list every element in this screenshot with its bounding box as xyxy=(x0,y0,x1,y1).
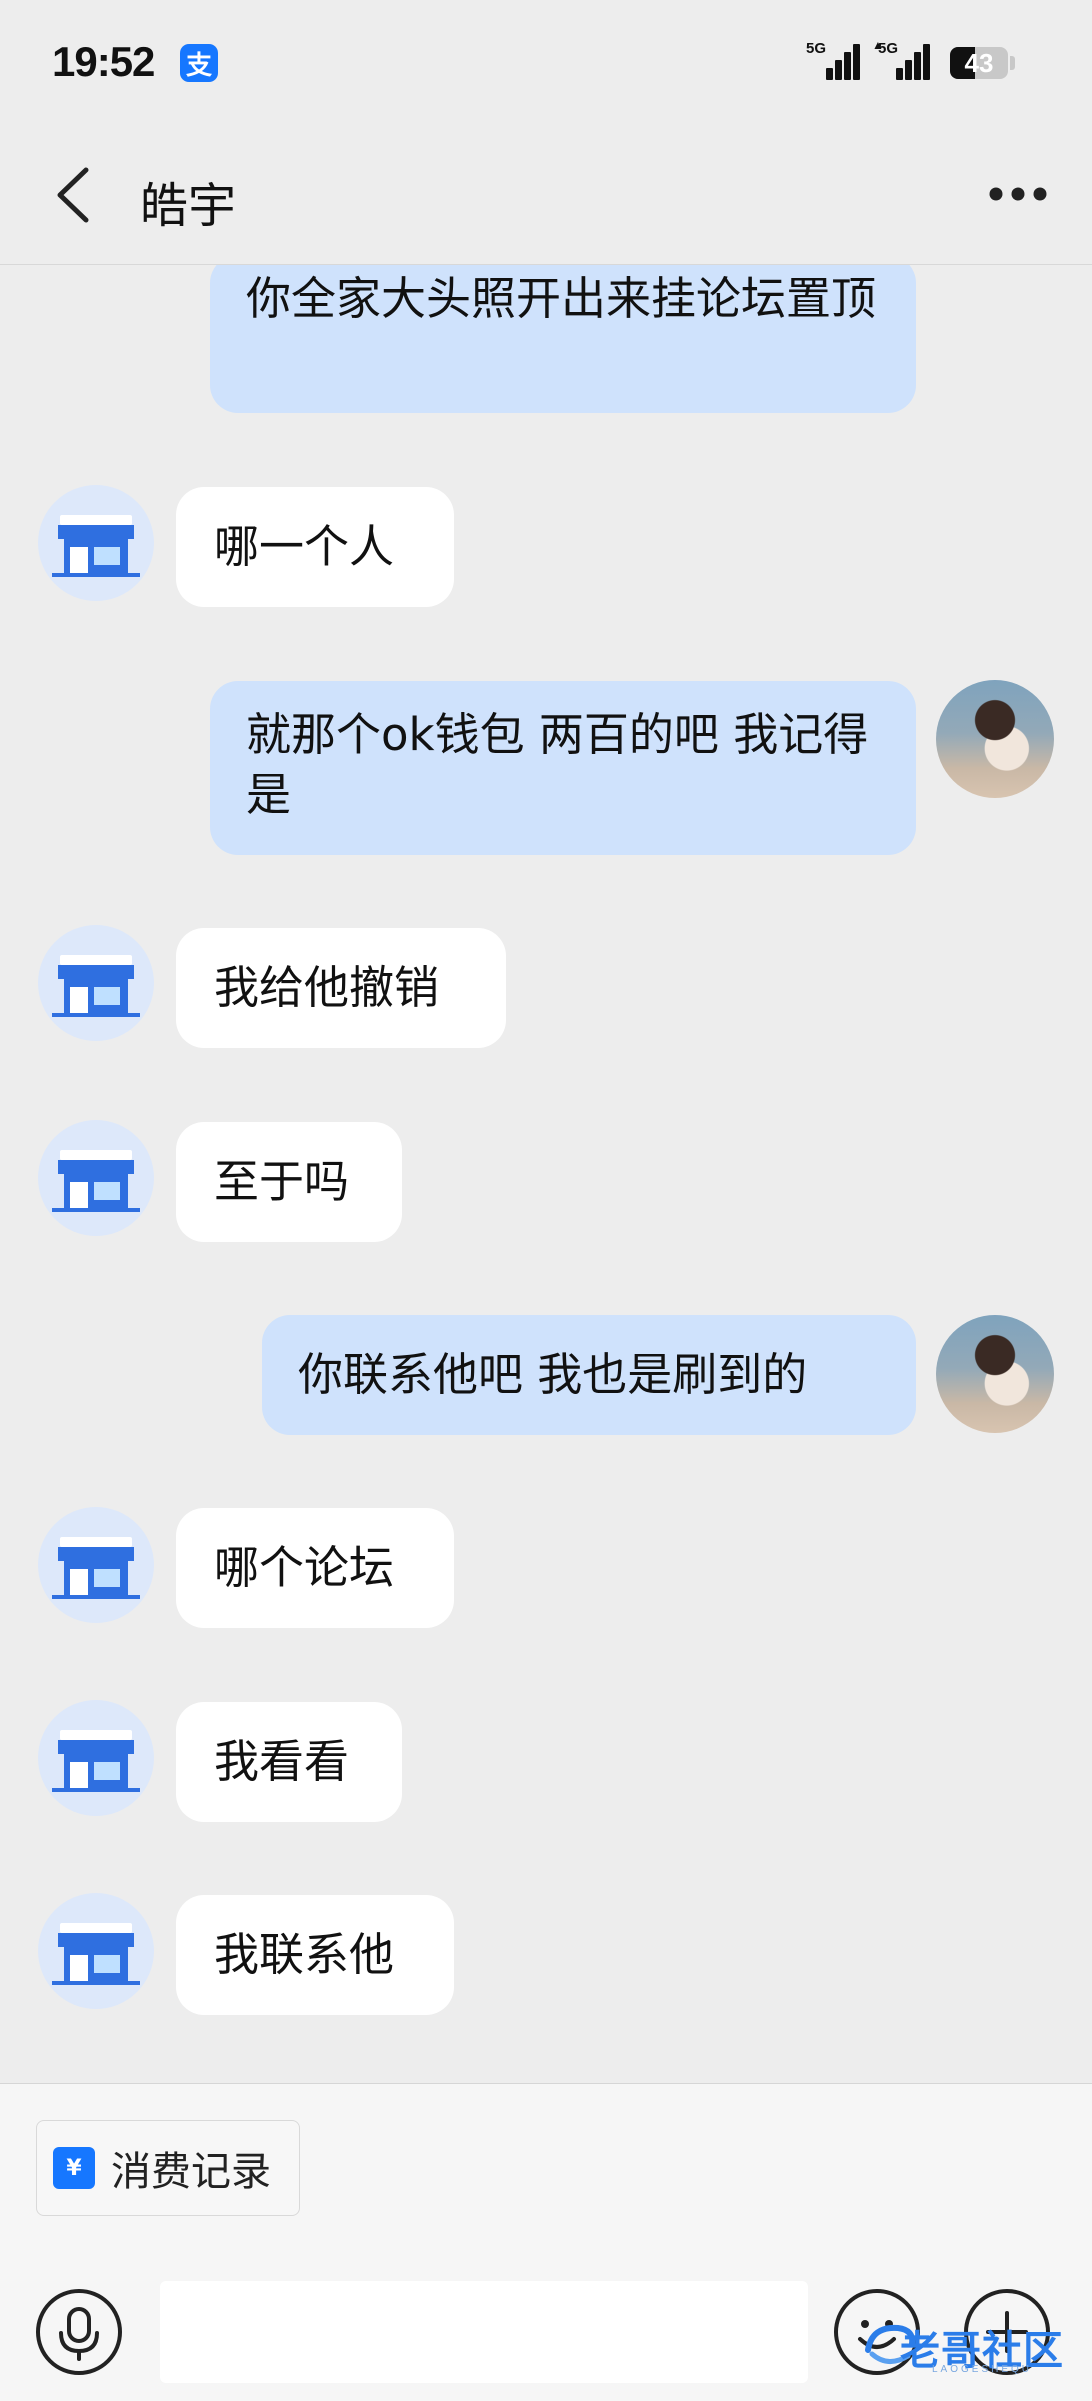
shop-avatar-icon[interactable] xyxy=(38,485,154,601)
signal-1-label: 5G xyxy=(806,40,827,57)
back-arrow-icon[interactable] xyxy=(50,164,100,226)
received-message-bubble[interactable]: 哪个论坛 xyxy=(176,1508,454,1628)
alipay-notification-icon: 支 xyxy=(180,44,218,82)
received-message-text: 哪一个人 xyxy=(214,520,395,573)
user-avatar[interactable] xyxy=(936,1315,1054,1433)
status-time: 19:52 xyxy=(52,38,155,85)
shop-avatar-icon[interactable] xyxy=(38,1700,154,1816)
received-message-text: 至于吗 xyxy=(214,1155,350,1208)
battery-percent: 43 xyxy=(964,47,994,78)
signal-strength-icon-1: 5G xyxy=(806,40,860,84)
message-input[interactable] xyxy=(160,2281,808,2383)
received-message-text: 我看看 xyxy=(214,1735,350,1788)
received-message-bubble[interactable]: 我联系他 xyxy=(176,1895,454,2015)
sent-message-bubble[interactable]: 就那个ok钱包 两百的吧 我记得是 xyxy=(210,681,916,855)
received-message-text: 我联系他 xyxy=(214,1928,395,1981)
battery-tip xyxy=(1010,56,1015,70)
consumption-records-label: 消费记录 xyxy=(111,2149,271,2195)
voice-icon[interactable] xyxy=(36,2289,122,2375)
watermark-logo: 老哥社区 LAOGESHEQU xyxy=(862,2316,1072,2376)
received-message-text: 哪个论坛 xyxy=(214,1541,395,1594)
received-message-bubble[interactable]: 我看看 xyxy=(176,1702,402,1822)
received-message-bubble[interactable]: 我给他撤销 xyxy=(176,928,506,1048)
received-message-bubble[interactable]: 至于吗 xyxy=(176,1122,402,1242)
receipt-icon: ¥ xyxy=(53,2147,95,2189)
sent-message-text: 你联系他吧 我也是刷到的 xyxy=(298,1348,808,1401)
watermark-subtext: LAOGESHEQU xyxy=(932,2364,1033,2375)
consumption-records-button[interactable]: ¥ 消费记录 xyxy=(36,2120,300,2216)
shop-avatar-icon[interactable] xyxy=(38,1120,154,1236)
shop-avatar-icon[interactable] xyxy=(38,1893,154,2009)
status-bar: 19:52 支 5G 5G ▲ 43 xyxy=(0,0,1092,126)
sent-message-bubble[interactable]: 你联系他吧 我也是刷到的 xyxy=(262,1315,916,1435)
nav-bar: 皓宇 xyxy=(0,126,1092,265)
chat-area[interactable]: 你全家大头照开出来挂论坛置顶 哪一个人 就那个ok钱包 两百的吧 我记得是 我给… xyxy=(0,265,1092,2083)
shop-avatar-icon[interactable] xyxy=(38,925,154,1041)
more-dots-icon[interactable] xyxy=(988,182,1048,206)
signal-strength-icon-2: 5G ▲ xyxy=(872,38,932,84)
received-message-text: 我给他撤销 xyxy=(214,961,440,1014)
received-message-bubble[interactable]: 哪一个人 xyxy=(176,487,454,607)
shop-avatar-icon[interactable] xyxy=(38,1507,154,1623)
sent-message-bubble[interactable]: 你全家大头照开出来挂论坛置顶 xyxy=(210,265,916,413)
battery-icon: 43 xyxy=(950,47,1008,79)
chat-title: 皓宇 xyxy=(140,178,237,234)
user-avatar[interactable] xyxy=(936,680,1054,798)
